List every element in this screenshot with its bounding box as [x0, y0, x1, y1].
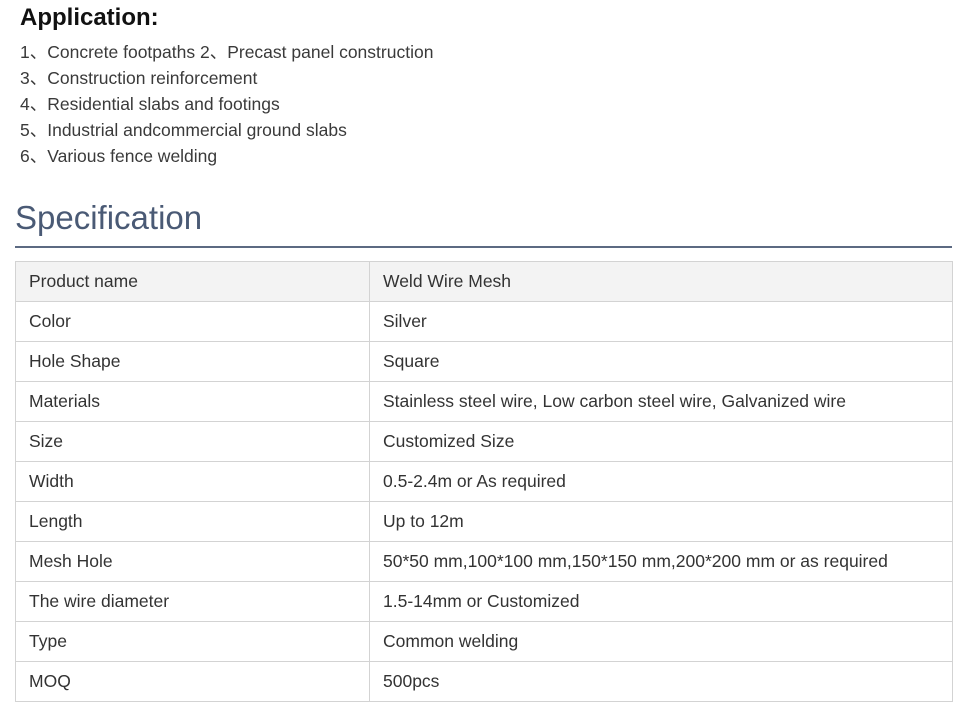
heading-divider [15, 246, 952, 248]
spec-value: 1.5-14mm or Customized [369, 581, 953, 622]
spec-label: Mesh Hole [15, 541, 370, 582]
table-row: Length Up to 12m [15, 501, 953, 542]
spec-value: Common welding [369, 621, 953, 662]
application-item: 4、Residential slabs and footings [20, 94, 280, 114]
table-row: Width 0.5-2.4m or As required [15, 461, 953, 502]
application-list: 1、Concrete footpaths 2、Precast panel con… [20, 39, 433, 169]
spec-value: 0.5-2.4m or As required [369, 461, 953, 502]
application-item: 6、Various fence welding [20, 146, 218, 166]
application-item: 5、Industrial andcommercial ground slabs [20, 120, 347, 140]
spec-label: Width [15, 461, 370, 502]
table-row: Color Silver [15, 301, 953, 342]
spec-label: Color [15, 301, 370, 342]
specification-heading: Specification [15, 199, 203, 236]
table-row: MOQ 500pcs [15, 661, 953, 702]
spec-label: The wire diameter [15, 581, 370, 622]
spec-label: Type [15, 621, 370, 662]
table-row: Product name Weld Wire Mesh [15, 261, 953, 302]
spec-value: Up to 12m [369, 501, 953, 542]
table-row: Type Common welding [15, 621, 953, 662]
application-item: 3、Construction reinforcement [20, 68, 258, 88]
application-heading: Application: [20, 4, 159, 31]
spec-label: Product name [15, 261, 370, 302]
spec-value: 500pcs [369, 661, 953, 702]
spec-label: Size [15, 421, 370, 462]
spec-label: MOQ [15, 661, 370, 702]
spec-label: Hole Shape [15, 341, 370, 382]
spec-value: Silver [369, 301, 953, 342]
spec-value: 50*50 mm,100*100 mm,150*150 mm,200*200 m… [369, 541, 953, 582]
spec-label: Length [15, 501, 370, 542]
table-row: The wire diameter 1.5-14mm or Customized [15, 581, 953, 622]
specification-table: Product name Weld Wire Mesh Color Silver… [15, 261, 953, 702]
spec-label: Materials [15, 381, 370, 422]
table-row: Hole Shape Square [15, 341, 953, 382]
table-row: Mesh Hole 50*50 mm,100*100 mm,150*150 mm… [15, 541, 953, 582]
spec-value: Customized Size [369, 421, 953, 462]
application-item: 1、Concrete footpaths 2、Precast panel con… [20, 42, 434, 62]
table-row: Materials Stainless steel wire, Low carb… [15, 381, 953, 422]
spec-value: Weld Wire Mesh [369, 261, 953, 302]
spec-value: Square [369, 341, 953, 382]
table-row: Size Customized Size [15, 421, 953, 462]
spec-value: Stainless steel wire, Low carbon steel w… [369, 381, 953, 422]
